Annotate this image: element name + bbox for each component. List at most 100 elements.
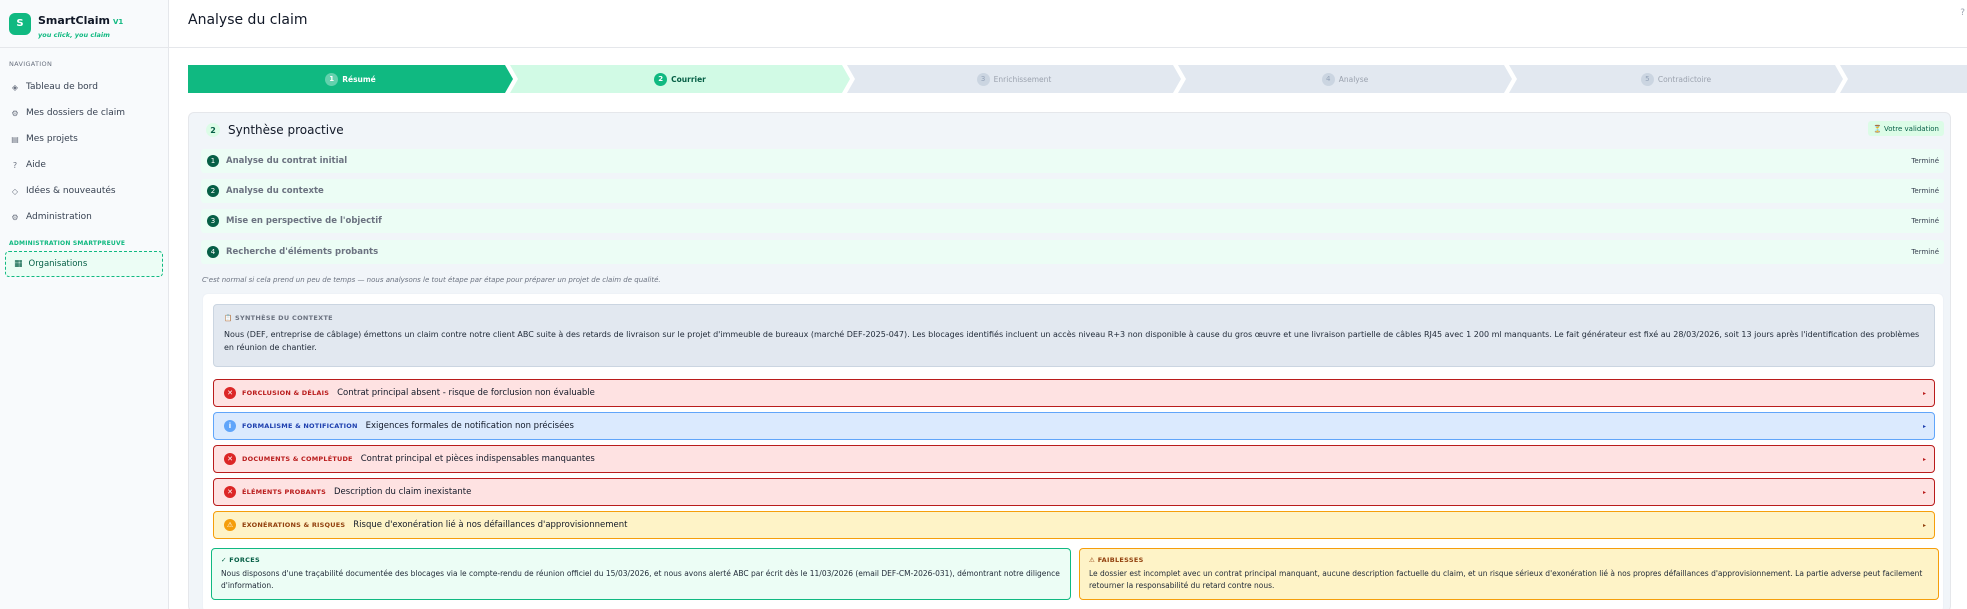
topbar: Analyse du claim ? bbox=[169, 0, 1967, 48]
validation-badge[interactable]: ⏳ Votre validation bbox=[1868, 121, 1944, 136]
risk-category: FORCLUSION & DÉLAIS bbox=[242, 389, 330, 397]
brand-tagline: you click, you claim bbox=[38, 30, 110, 39]
risk-item-elements[interactable]: ✕ ÉLÉMENTS PROBANTS Description du claim… bbox=[213, 478, 1935, 506]
sidebar: S SmartClaim V1 you click, you claim NAVI… bbox=[0, 0, 169, 609]
risk-item-forclusion[interactable]: ✕ FORCLUSION & DÉLAIS Contrat principal … bbox=[213, 379, 1935, 407]
step-contradictoire[interactable]: 5 Contradictoire bbox=[1509, 65, 1843, 93]
task-status: Terminé bbox=[1911, 157, 1939, 165]
strengths-box: ✓ FORCES Nous disposons d'une traçabilit… bbox=[211, 548, 1071, 600]
warning-icon: ⚠ bbox=[224, 519, 236, 531]
panel-header: 2 Synthèse proactive bbox=[206, 123, 344, 137]
settings-icon: ⚙ bbox=[11, 212, 19, 222]
info-icon: i bbox=[224, 420, 236, 432]
weaknesses-box: ⚠ FAIBLESSES Le dossier est incomplet av… bbox=[1079, 548, 1939, 600]
building-icon: ▦ bbox=[14, 259, 23, 269]
task-number: 2 bbox=[207, 185, 219, 197]
weaknesses-title: ⚠ FAIBLESSES bbox=[1089, 556, 1144, 564]
task-number: 1 bbox=[207, 155, 219, 167]
risk-title: Description du claim inexistante bbox=[333, 487, 472, 497]
admin-section-title: ADMINISTRATION SMARTPREUVE bbox=[9, 240, 126, 247]
strengths-title: ✓ FORCES bbox=[221, 556, 260, 564]
panel-title: Synthèse proactive bbox=[228, 123, 344, 137]
chevron-right-icon: ▸ bbox=[1922, 521, 1926, 529]
help-icon: ? bbox=[12, 160, 18, 170]
chevron-right-icon: ▸ bbox=[1922, 389, 1926, 397]
sidebar-item-administration[interactable]: ⚙ Administration bbox=[0, 204, 168, 230]
risk-item-documents[interactable]: ✕ DOCUMENTS & COMPLÉTUDE Contrat princip… bbox=[213, 445, 1935, 473]
synthese-panel: 2 Synthèse proactive ⏳ Votre validation … bbox=[188, 112, 1951, 609]
context-title: 📋 SYNTHÈSE DU CONTEXTE bbox=[224, 314, 333, 322]
step-analyse[interactable]: 4 Analyse bbox=[1178, 65, 1512, 93]
step-label: Analyse bbox=[1338, 74, 1369, 84]
help-corner-icon[interactable]: ? bbox=[1960, 8, 1965, 18]
task-row: 4 Recherche d'éléments probants Terminé bbox=[201, 240, 1944, 264]
ideas-icon: ◇ bbox=[11, 186, 19, 196]
risk-category: EXONÉRATIONS & RISQUES bbox=[242, 521, 346, 529]
brand-logo: S bbox=[9, 12, 31, 35]
projects-icon: ▤ bbox=[11, 134, 19, 144]
sidebar-item-ideas[interactable]: ◇ Idées & nouveautés bbox=[0, 178, 168, 204]
task-label: Mise en perspective de l'objectif bbox=[226, 216, 382, 226]
gear-icon: ⚙ bbox=[11, 108, 19, 118]
step-number: 2 bbox=[654, 73, 667, 86]
page-title: Analyse du claim bbox=[188, 12, 308, 28]
chevron-right-icon: ▸ bbox=[1922, 488, 1926, 496]
brand-name: SmartClaim bbox=[38, 13, 110, 27]
risk-category: DOCUMENTS & COMPLÉTUDE bbox=[242, 455, 353, 463]
risk-category: FORMALISME & NOTIFICATION bbox=[242, 422, 358, 430]
sidebar-item-dashboard[interactable]: ◈ Tableau de bord bbox=[0, 74, 168, 100]
step-enrichissement[interactable]: 3 Enrichissement bbox=[847, 65, 1181, 93]
sidebar-item-label: Organisations bbox=[28, 259, 88, 269]
task-label: Analyse du contexte bbox=[226, 186, 324, 196]
task-number: 4 bbox=[207, 246, 219, 258]
step-number: 4 bbox=[1322, 73, 1335, 86]
sidebar-item-projects[interactable]: ▤ Mes projets bbox=[0, 126, 168, 152]
context-text: Nous (DEF, entreprise de câblage) émetto… bbox=[224, 330, 1920, 352]
step-next[interactable] bbox=[1840, 65, 1967, 93]
task-label: Recherche d'éléments probants bbox=[226, 247, 379, 257]
task-row: 1 Analyse du contrat initial Terminé bbox=[201, 149, 1944, 173]
task-label: Analyse du contrat initial bbox=[226, 156, 348, 166]
error-icon: ✕ bbox=[224, 387, 236, 399]
risk-title: Exigences formales de notification non p… bbox=[365, 421, 574, 431]
error-icon: ✕ bbox=[224, 486, 236, 498]
sidebar-item-label: Administration bbox=[26, 212, 92, 222]
step-number: 1 bbox=[325, 73, 338, 86]
progress-stepper: 1 Résumé 2 Courrier 3 Enrichissement 4 A… bbox=[188, 65, 1967, 93]
risk-title: Contrat principal absent - risque de for… bbox=[337, 388, 595, 398]
step-number: 5 bbox=[1641, 73, 1654, 86]
risk-category: ÉLÉMENTS PROBANTS bbox=[242, 488, 326, 496]
sidebar-item-label: Aide bbox=[26, 160, 46, 170]
step-badge: 2 bbox=[206, 123, 220, 137]
task-number: 3 bbox=[207, 215, 219, 227]
step-label: Contradictoire bbox=[1657, 74, 1712, 84]
step-resume[interactable]: 1 Résumé bbox=[188, 65, 513, 93]
step-courrier[interactable]: 2 Courrier bbox=[510, 65, 850, 93]
task-status: Terminé bbox=[1911, 248, 1939, 256]
risk-title: Risque d'exonération lié à nos défaillan… bbox=[353, 520, 628, 530]
nav-section-title: NAVIGATION bbox=[9, 60, 53, 68]
sidebar-item-help[interactable]: ? Aide bbox=[0, 152, 168, 178]
task-status: Terminé bbox=[1911, 187, 1939, 195]
sidebar-item-label: Mes dossiers de claim bbox=[26, 108, 126, 118]
weaknesses-text: Le dossier est incomplet avec un contrat… bbox=[1089, 569, 1923, 590]
strengths-text: Nous disposons d'une traçabilité documen… bbox=[221, 569, 1060, 590]
progress-note: C'est normal si cela prend un peu de tem… bbox=[202, 276, 661, 284]
brand[interactable]: S SmartClaim V1 you click, you claim bbox=[0, 0, 168, 48]
context-summary: 📋 SYNTHÈSE DU CONTEXTE Nous (DEF, entrep… bbox=[213, 304, 1935, 367]
sidebar-item-label: Tableau de bord bbox=[26, 82, 98, 92]
risk-item-exonerations[interactable]: ⚠ EXONÉRATIONS & RISQUES Risque d'exonér… bbox=[213, 511, 1935, 539]
risk-item-formalisme[interactable]: i FORMALISME & NOTIFICATION Exigences fo… bbox=[213, 412, 1935, 440]
task-status: Terminé bbox=[1911, 217, 1939, 225]
dashboard-icon: ◈ bbox=[11, 82, 19, 92]
brand-version: V1 bbox=[113, 17, 124, 26]
chevron-right-icon: ▸ bbox=[1922, 422, 1926, 430]
sidebar-item-organisations[interactable]: ▦ Organisations bbox=[5, 251, 163, 277]
step-label: Courrier bbox=[671, 74, 706, 84]
step-label: Enrichissement bbox=[993, 74, 1052, 84]
sidebar-item-label: Mes projets bbox=[26, 134, 78, 144]
step-number: 3 bbox=[977, 73, 990, 86]
step-label: Résumé bbox=[342, 74, 376, 84]
sidebar-item-claim-folders[interactable]: ⚙ Mes dossiers de claim bbox=[0, 100, 168, 126]
chevron-right-icon: ▸ bbox=[1922, 455, 1926, 463]
